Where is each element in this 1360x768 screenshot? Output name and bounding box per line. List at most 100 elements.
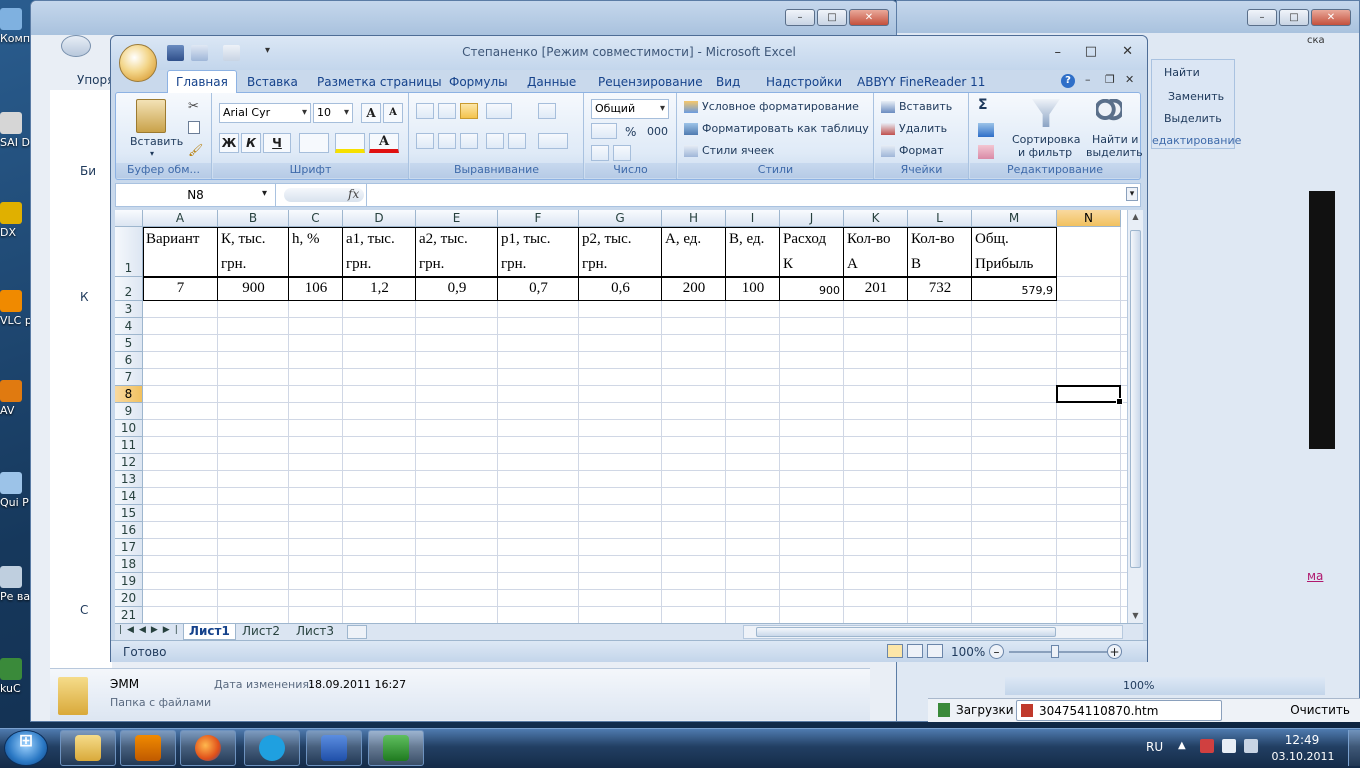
tab-view[interactable]: Вид	[716, 72, 740, 93]
delete-cells-button[interactable]: Удалить	[899, 122, 947, 135]
minimize-icon[interactable]: –	[1055, 45, 1062, 60]
header-cell[interactable]: В	[908, 252, 972, 277]
fill-color-icon[interactable]	[335, 133, 365, 153]
row-header[interactable]: 20	[115, 590, 143, 607]
restore-icon[interactable]: ❐	[1105, 73, 1115, 86]
close-icon[interactable]: ✕	[849, 9, 889, 26]
zoom-level[interactable]: 100%	[951, 645, 985, 659]
find-select-sub[interactable]: выделить	[1086, 146, 1143, 159]
header-cell[interactable]: В, ед.	[726, 227, 780, 252]
column-header[interactable]: F	[498, 210, 579, 227]
column-header[interactable]: D	[343, 210, 416, 227]
nav-item-libraries[interactable]: Би	[80, 164, 110, 178]
data-cell[interactable]: 900	[780, 277, 844, 301]
header-cell[interactable]: К	[780, 252, 844, 277]
select-all-corner[interactable]	[115, 210, 143, 227]
column-header[interactable]: M	[972, 210, 1057, 227]
paste-button[interactable]: Вставить	[130, 135, 183, 148]
taskbar-word[interactable]	[306, 730, 362, 766]
conditional-format-button[interactable]: Условное форматирование	[702, 100, 859, 113]
header-cell[interactable]: р2, тыс.	[579, 227, 662, 252]
increase-indent-icon[interactable]	[508, 133, 526, 149]
nav-item-computer[interactable]: К	[80, 290, 110, 304]
active-cell[interactable]	[1056, 385, 1123, 405]
tray-expand-icon[interactable]: ▲	[1178, 740, 1186, 751]
data-cell[interactable]: 201	[844, 277, 908, 301]
row-header[interactable]: 6	[115, 352, 143, 369]
row-header[interactable]: 14	[115, 488, 143, 505]
scroll-thumb[interactable]	[1130, 230, 1141, 568]
row-header[interactable]: 3	[115, 301, 143, 318]
row-header[interactable]: 7	[115, 369, 143, 386]
maximize-icon[interactable]: □	[1085, 44, 1097, 59]
column-header[interactable]: G	[579, 210, 662, 227]
language-indicator[interactable]: RU	[1146, 740, 1163, 754]
taskbar-excel[interactable]	[368, 730, 424, 766]
copy-icon[interactable]	[188, 121, 200, 134]
page-link[interactable]: ма	[1307, 569, 1323, 583]
tab-abbyy[interactable]: ABBYY FineReader 11	[857, 72, 985, 93]
volume-icon[interactable]	[1244, 739, 1258, 753]
font-color-icon[interactable]: A	[369, 133, 399, 153]
currency-icon[interactable]	[591, 123, 617, 139]
header-cell[interactable]: грн.	[498, 252, 579, 277]
header-cell[interactable]	[726, 252, 780, 277]
header-cell[interactable]: Вариант	[143, 227, 218, 252]
column-header[interactable]: L	[908, 210, 972, 227]
maximize-icon[interactable]: □	[1279, 9, 1309, 26]
row-header[interactable]: 18	[115, 556, 143, 573]
autosum-button[interactable]: Σ	[978, 97, 988, 113]
hscroll-thumb[interactable]	[756, 627, 1056, 637]
maximize-icon[interactable]: □	[817, 9, 847, 26]
sheet-tab-1[interactable]: Лист1	[183, 624, 236, 640]
shrink-font-icon[interactable]: A	[383, 103, 403, 123]
format-as-table-button[interactable]: Форматировать как таблицу	[702, 122, 869, 135]
normal-view-icon[interactable]	[887, 644, 903, 658]
fill-icon[interactable]	[978, 123, 994, 137]
formula-input[interactable]	[368, 184, 1128, 206]
column-header[interactable]: K	[844, 210, 908, 227]
show-desktop-button[interactable]	[1348, 730, 1360, 766]
row-header[interactable]: 10	[115, 420, 143, 437]
increase-decimal-icon[interactable]	[591, 145, 609, 161]
clock-time[interactable]: 12:49	[1272, 733, 1332, 747]
header-cell[interactable]: грн.	[579, 252, 662, 277]
clear-icon[interactable]	[978, 145, 994, 159]
close-icon[interactable]: ✕	[1122, 44, 1133, 59]
insert-function-icon[interactable]: fx	[348, 187, 359, 201]
font-name-select[interactable]: Arial Cyr	[219, 103, 311, 123]
number-format-select[interactable]: Общий	[591, 99, 669, 119]
row-header[interactable]: 19	[115, 573, 143, 590]
header-cell[interactable]: h, %	[289, 227, 343, 252]
sort-filter-button[interactable]: Сортировка	[1012, 133, 1081, 146]
tab-addins[interactable]: Надстройки	[766, 72, 842, 93]
row-header[interactable]: 9	[115, 403, 143, 420]
clock-date[interactable]: 03.10.2011	[1270, 750, 1336, 763]
zoom-in-icon[interactable]: +	[1107, 644, 1122, 659]
font-size-select[interactable]: 10	[313, 103, 353, 123]
header-cell[interactable]: А, ед.	[662, 227, 726, 252]
row-header[interactable]: 12	[115, 454, 143, 471]
row-header[interactable]: 1	[115, 227, 143, 277]
align-top-icon[interactable]	[416, 103, 434, 119]
scroll-up-icon[interactable]: ▲	[1130, 212, 1141, 222]
replace-button[interactable]: Заменить	[1168, 90, 1224, 103]
data-cell[interactable]: 0,9	[416, 277, 498, 301]
align-center-icon[interactable]	[438, 133, 456, 149]
header-cell[interactable]	[143, 252, 218, 277]
header-cell[interactable]: а1, тыс.	[343, 227, 416, 252]
taskbar-media[interactable]	[120, 730, 176, 766]
header-cell[interactable]: Прибыль	[972, 252, 1057, 277]
sheet-nav-icon[interactable]: |◀◀▶▶|	[119, 625, 183, 635]
sheet-tab-2[interactable]: Лист2	[237, 624, 285, 640]
download-item[interactable]: 304754110870.htm	[1016, 700, 1222, 721]
network-icon[interactable]	[1200, 739, 1214, 753]
row-header[interactable]: 17	[115, 539, 143, 556]
paste-dropdown-icon[interactable]: ▾	[150, 149, 154, 158]
back-icon[interactable]	[61, 35, 91, 57]
data-cell[interactable]: 0,7	[498, 277, 579, 301]
data-cell[interactable]: 732	[908, 277, 972, 301]
grow-font-icon[interactable]: A	[361, 103, 381, 123]
column-header[interactable]: H	[662, 210, 726, 227]
header-cell[interactable]: грн.	[218, 252, 289, 277]
